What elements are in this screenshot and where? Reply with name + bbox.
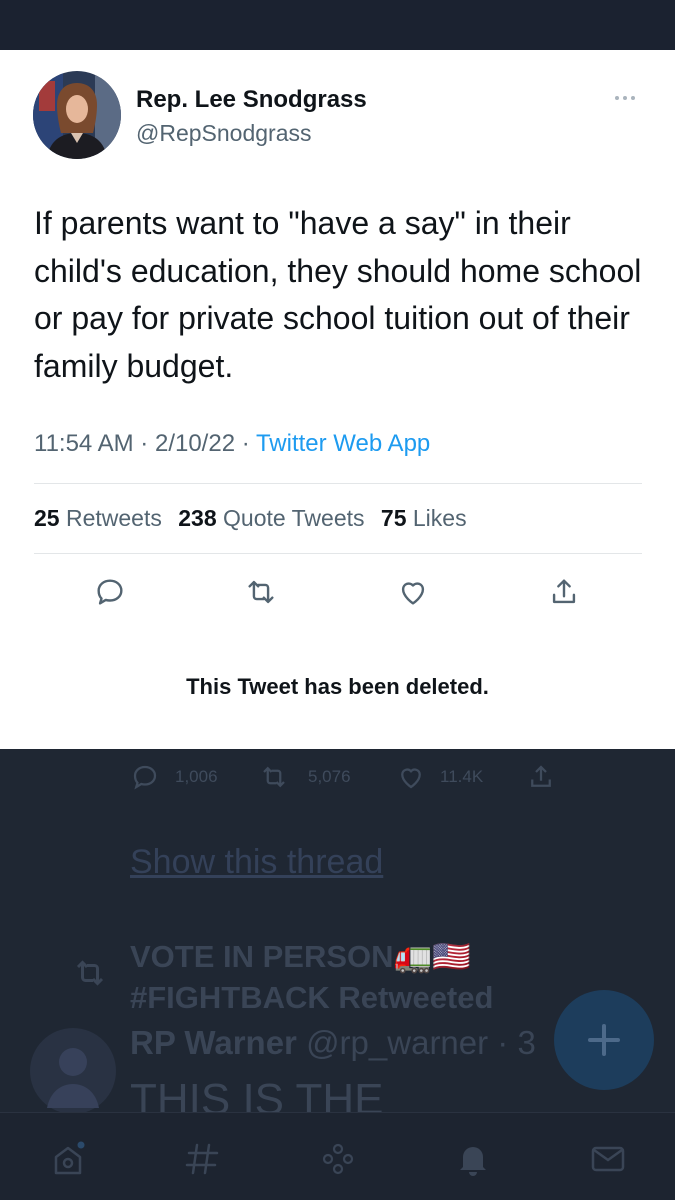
quote-tweets-stat[interactable]: 238 Quote Tweets — [178, 505, 364, 531]
meta-separator: · — [241, 430, 256, 457]
likes-stat[interactable]: 75 Likes — [381, 505, 467, 531]
default-avatar-icon — [47, 1048, 99, 1108]
retweeted-icon — [76, 960, 104, 986]
next-tweet-text: THIS IS THE — [130, 1075, 384, 1113]
next-author-avatar[interactable] — [30, 1028, 116, 1114]
author-avatar[interactable] — [33, 71, 121, 159]
next-author-line: RP Warner @rp_warner · 3 — [130, 1024, 536, 1062]
tweet-meta: 11:54 AM · 2/10/22 · Twitter Web App — [34, 430, 430, 458]
author-photo — [33, 71, 121, 159]
retweets-count: 25 — [34, 505, 60, 531]
quote-count: 238 — [178, 505, 217, 531]
spaces-icon[interactable] — [318, 1139, 358, 1179]
show-thread-link[interactable]: Show this thread — [130, 843, 383, 882]
more-icon[interactable] — [610, 88, 640, 108]
home-icon[interactable] — [48, 1139, 88, 1179]
author-name[interactable]: Rep. Lee Snodgrass — [136, 86, 367, 114]
bg-reply-icon — [133, 765, 157, 790]
reply-icon[interactable] — [93, 575, 127, 609]
tweet-source-link[interactable]: Twitter Web App — [256, 430, 430, 457]
bg-retweet-count: 5,076 — [308, 767, 351, 786]
retweets-label: Retweets — [65, 505, 162, 531]
retweeted-by-line2: #FIGHTBACK Retweeted — [130, 980, 494, 1015]
author-handle[interactable]: @RepSnodgrass — [136, 120, 312, 147]
likes-count: 75 — [380, 505, 407, 531]
bg-retweet-icon — [263, 766, 285, 788]
bg-like-count: 11.4K — [440, 767, 484, 786]
share-icon[interactable] — [547, 575, 581, 609]
bottom-nav — [0, 1112, 675, 1200]
meta-separator: · — [140, 430, 155, 457]
tweet-stats: 25 Retweets 238 Quote Tweets 75 Likes — [34, 505, 467, 532]
explore-icon[interactable] — [182, 1139, 222, 1179]
messages-icon[interactable] — [588, 1139, 628, 1179]
bg-share-icon — [531, 765, 551, 787]
notifications-icon[interactable] — [453, 1139, 493, 1179]
quote-label: Quote Tweets — [223, 505, 365, 531]
retweeted-by-line1: VOTE IN PERSON🚛🇺🇸 — [130, 939, 471, 974]
tweet-date: 2/10/22 — [154, 430, 236, 457]
like-icon[interactable] — [396, 575, 430, 609]
next-author-handle: @rp_warner · 3 — [306, 1024, 536, 1061]
tweet-time: 11:54 AM — [34, 430, 134, 457]
deleted-notice: This Tweet has been deleted. — [186, 674, 489, 699]
compose-button[interactable] — [554, 990, 654, 1090]
bg-reply-count: 1,006 — [175, 767, 218, 786]
likes-label: Likes — [412, 505, 467, 531]
next-author-name: RP Warner — [130, 1024, 297, 1061]
divider — [34, 483, 642, 484]
retweet-icon[interactable] — [244, 575, 278, 609]
tweet-text: If parents want to "have a say" in their… — [34, 205, 642, 384]
compose-icon — [588, 1024, 620, 1056]
tweet-card — [0, 50, 675, 749]
retweets-stat[interactable]: 25 Retweets — [34, 505, 162, 531]
divider — [34, 553, 642, 554]
top-bar — [0, 0, 675, 50]
bg-like-icon — [401, 768, 421, 789]
